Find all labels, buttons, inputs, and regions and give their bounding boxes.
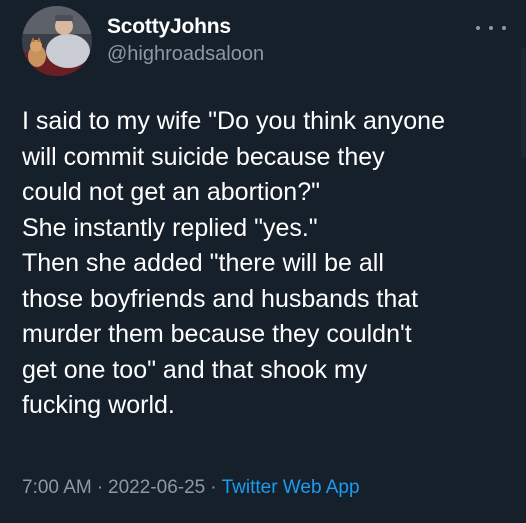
tweet-text-line: Then she added "there will be all (22, 249, 384, 277)
tweet-text-line: could not get an abortion?" (22, 178, 320, 206)
tweet-text-line: She instantly replied "yes." (22, 213, 318, 242)
tweet-text-line: murder them because they couldn't (22, 320, 412, 348)
tweet-text-line: I said to my wife "Do you think anyone (22, 107, 445, 135)
tweet-meta: 7:00 AM · 2022-06-25 · Twitter Web App (22, 477, 360, 499)
tweet-card: ScottyJohns @highroadsaloon I said to my… (0, 0, 526, 523)
author-handle[interactable]: @highroadsaloon (107, 43, 264, 66)
meta-separator: · (96, 477, 104, 498)
tweet-time[interactable]: 7:00 AM (22, 477, 92, 498)
tweet-source-link[interactable]: Twitter Web App (222, 477, 360, 498)
scrollbar[interactable] (521, 48, 526, 158)
profile-photo-icon (22, 6, 92, 76)
tweet-text: I said to my wife "Do you think anyone w… (22, 104, 517, 424)
tweet-text-line: those boyfriends and husbands that (22, 284, 419, 313)
tweet-text-line: fucking world. (22, 391, 175, 419)
meta-separator: · (210, 477, 217, 498)
tweet-text-line: get one too" and that shook my (22, 355, 368, 384)
more-options-icon[interactable] (476, 18, 506, 38)
tweet-text-line: will commit suicide because they (22, 142, 385, 171)
author-avatar[interactable] (22, 6, 92, 76)
author-display-name[interactable]: ScottyJohns (107, 15, 231, 39)
tweet-date[interactable]: 2022-06-25 (108, 477, 205, 498)
